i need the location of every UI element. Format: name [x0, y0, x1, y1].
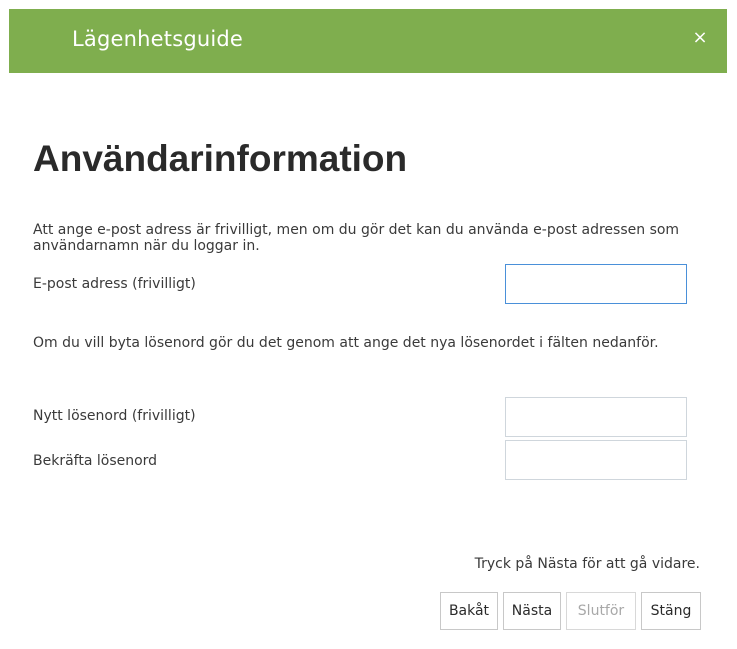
wizard-dialog: Lägenhetsguide × Användarinformation Att…: [0, 0, 737, 649]
confirm-password-label: Bekräfta lösenord: [33, 453, 158, 469]
title-bar: Lägenhetsguide ×: [9, 9, 727, 73]
new-password-field[interactable]: [505, 397, 687, 437]
navigation-hint: Tryck på Nästa för att gå vidare.: [474, 556, 700, 572]
confirm-password-field[interactable]: [505, 440, 687, 480]
email-intro-text: Att ange e-post adress är frivilligt, me…: [33, 222, 680, 254]
new-password-label: Nytt lösenord (frivilligt): [33, 408, 196, 424]
dialog-title: Lägenhetsguide: [72, 27, 244, 51]
close-button[interactable]: Stäng: [641, 592, 701, 630]
finish-button: Slutför: [566, 592, 636, 630]
email-field[interactable]: [505, 264, 687, 304]
close-icon[interactable]: ×: [685, 23, 715, 53]
page-title: Användarinformation: [33, 138, 408, 179]
email-label: E-post adress (frivilligt): [33, 276, 196, 292]
next-button[interactable]: Nästa: [503, 592, 561, 630]
back-button[interactable]: Bakåt: [440, 592, 498, 630]
password-intro-text: Om du vill byta lösenord gör du det geno…: [33, 335, 659, 351]
